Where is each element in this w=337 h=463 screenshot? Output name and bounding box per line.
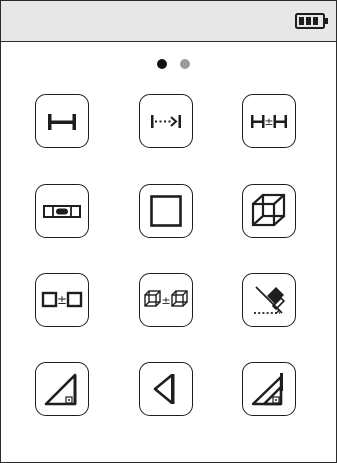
level-button[interactable] <box>35 184 89 238</box>
svg-text:±: ± <box>57 293 67 307</box>
pythagoras-three-point-icon <box>153 373 175 405</box>
page-indicator <box>1 56 336 72</box>
single-distance-icon <box>48 114 76 130</box>
page-dot-active[interactable] <box>157 59 167 69</box>
svg-text:±: ± <box>161 294 170 307</box>
partial-height-icon <box>251 373 283 406</box>
pythagoras-two-point-button[interactable] <box>35 362 89 416</box>
add-subtract-distance-button[interactable]: ± <box>242 94 296 148</box>
pythagoras-two-point-icon <box>44 373 77 406</box>
battery-icon <box>295 13 328 29</box>
partial-height-button[interactable] <box>242 362 296 416</box>
continuous-distance-icon <box>151 115 181 128</box>
pythagoras-three-point-button[interactable] <box>139 362 193 416</box>
single-distance-button[interactable] <box>35 94 89 148</box>
level-icon <box>43 205 81 218</box>
svg-text:±: ± <box>264 115 273 128</box>
add-subtract-area-icon: ± <box>41 291 83 308</box>
add-subtract-area-button[interactable]: ± <box>35 273 89 327</box>
status-bar <box>1 1 336 42</box>
page-dot-inactive[interactable] <box>180 59 190 69</box>
volume-button[interactable] <box>242 184 296 238</box>
continuous-distance-button[interactable] <box>139 94 193 148</box>
add-subtract-volume-button[interactable]: ± <box>139 273 193 327</box>
wall-area-icon <box>254 286 286 314</box>
add-subtract-distance-icon: ± <box>251 115 287 128</box>
wall-area-button[interactable] <box>242 273 296 327</box>
add-subtract-volume-icon: ± <box>144 290 188 307</box>
area-button[interactable] <box>139 184 193 238</box>
volume-icon <box>251 193 286 227</box>
device-screen: ± ± ± <box>0 0 337 463</box>
area-icon <box>150 195 182 227</box>
